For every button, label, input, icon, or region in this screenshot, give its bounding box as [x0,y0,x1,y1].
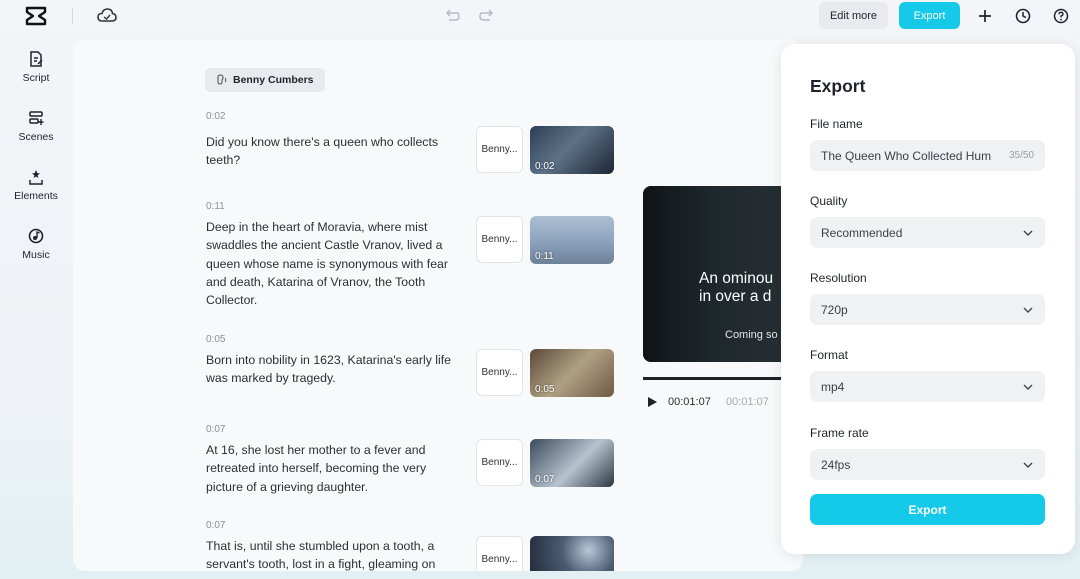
preview-caption: An ominou in over a d [699,270,773,306]
scene-time: 0:11 [206,201,225,212]
scene-row[interactable]: 0:05 Born into nobility in 1623, Katarin… [206,334,706,397]
scene-thumbnail[interactable] [530,536,614,571]
quality-value: Recommended [821,225,903,240]
scene-text[interactable]: Born into nobility in 1623, Katarina's e… [206,351,460,388]
rail-label-script: Script [22,72,50,84]
top-bar: Edit more Export [0,0,1080,36]
resolution-select[interactable]: 720p [810,294,1045,325]
rail-item-music[interactable]: Music [0,227,72,261]
thumb-time: 0:11 [535,251,554,262]
quality-select[interactable]: Recommended [810,217,1045,248]
speaker-name: Benny Cumbers [233,74,314,86]
voice-chip[interactable]: Benny... [476,126,523,173]
voice-chip[interactable]: Benny... [476,216,523,263]
file-name-label: File name [810,117,863,131]
scene-row[interactable]: 0:02 Did you know there's a queen who co… [206,111,706,174]
rail-label-elements: Elements [14,190,58,202]
format-value: mp4 [821,379,845,394]
voice-chip[interactable]: Benny... [476,536,523,571]
rail-item-elements[interactable]: Elements [0,168,72,202]
music-icon [28,228,44,244]
scene-thumbnail[interactable]: 0:11 [530,216,614,264]
scene-time: 0:02 [206,111,226,122]
history-icon[interactable] [1014,7,1032,25]
plus-icon[interactable] [976,7,994,25]
script-icon [30,51,43,67]
frame-rate-label: Frame rate [810,426,869,440]
thumb-time: 0:07 [535,474,555,485]
export-panel: Export File name The Queen Who Collected… [781,44,1075,554]
rail-label-music: Music [22,249,50,261]
play-icon[interactable] [646,396,658,408]
scene-time: 0:07 [206,520,226,531]
capcut-logo-icon[interactable] [24,6,48,26]
rail-label-scenes: Scenes [18,131,54,143]
chevron-down-icon [1023,462,1033,468]
scene-time: 0:05 [206,334,226,345]
quality-label: Quality [810,194,848,208]
voice-icon [217,73,227,85]
export-button[interactable]: Export [810,494,1045,525]
scene-text[interactable]: That is, until she stumbled upon a tooth… [206,537,460,571]
scene-row[interactable]: 0:07 At 16, she lost her mother to a fev… [206,424,706,494]
format-select[interactable]: mp4 [810,371,1045,402]
speaker-chip[interactable]: Benny Cumbers [205,68,325,92]
voice-chip[interactable]: Benny... [476,349,523,396]
resolution-label: Resolution [810,271,867,285]
scene-thumbnail[interactable]: 0:05 [530,349,614,397]
cloud-sync-icon[interactable] [97,6,117,24]
scene-row[interactable]: 0:11 Deep in the heart of Moravia, where… [206,201,706,307]
chevron-down-icon [1023,384,1033,390]
voice-chip[interactable]: Benny... [476,439,523,486]
scene-thumbnail[interactable]: 0:02 [530,126,614,174]
scene-thumbnail[interactable]: 0:07 [530,439,614,487]
chevron-down-icon [1023,307,1033,313]
total-time: 00:01:07 [726,396,769,408]
scene-text[interactable]: Deep in the heart of Moravia, where mist… [206,218,460,309]
file-name-count: 35/50 [1008,150,1034,161]
rail-item-scenes[interactable]: Scenes [0,109,72,143]
frame-rate-value: 24fps [821,457,851,472]
export-top-button[interactable]: Export [899,2,960,29]
thumb-time: 0:02 [535,161,555,172]
file-name-input[interactable]: The Queen Who Collected Hum 35/50 [810,140,1045,171]
script-panel: Benny Cumbers 0:02 Did you know there's … [73,40,803,571]
toolbar-divider [72,8,73,24]
current-time: 00:01:07 [668,396,711,408]
undo-icon[interactable] [443,7,461,25]
resolution-value: 720p [821,302,848,317]
rail-item-script[interactable]: Script [0,50,72,84]
scene-text[interactable]: At 16, she lost her mother to a fever an… [206,441,460,496]
elements-icon [29,170,43,185]
format-label: Format [810,348,849,362]
chevron-down-icon [1023,230,1033,236]
export-title: Export [810,76,866,96]
scenes-icon [29,111,44,125]
scene-time: 0:07 [206,424,226,435]
thumb-time: 0:05 [535,384,555,395]
edit-more-button[interactable]: Edit more [819,2,888,29]
scene-row[interactable]: 0:07 That is, until she stumbled upon a … [206,520,706,571]
redo-icon[interactable] [478,7,496,25]
preview-caption-line2: in over a d [699,288,772,305]
preview-subtitle: Coming so [725,329,778,341]
help-icon[interactable] [1052,7,1070,25]
playback-progress[interactable] [643,377,803,380]
video-preview[interactable]: An ominou in over a d Coming so [643,186,803,362]
file-name-value: The Queen Who Collected Hum [821,148,992,163]
frame-rate-select[interactable]: 24fps [810,449,1045,480]
preview-caption-line1: An ominou [699,270,774,287]
scene-text[interactable]: Did you know there's a queen who collect… [206,133,460,170]
